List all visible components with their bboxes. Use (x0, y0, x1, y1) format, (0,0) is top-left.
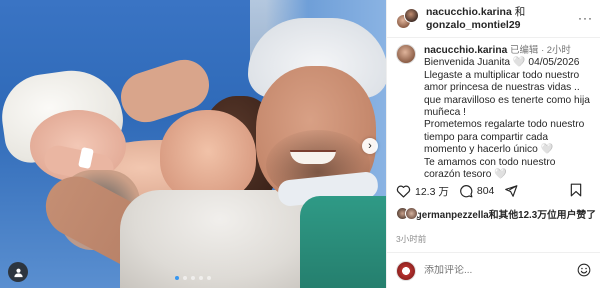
post-caption: nacucchio.karina 已编辑 · 2小时 Bienvenida Ju… (396, 44, 594, 181)
caption-username-link[interactable]: nacucchio.karina (424, 45, 507, 56)
like-button[interactable]: 12.3 万 (396, 184, 449, 199)
carousel-indicator (0, 276, 386, 280)
caption-line: tiempo para compartir cada (424, 131, 549, 143)
header-and-label: 和 (514, 5, 526, 18)
caption-line: muñeca ! (424, 107, 466, 119)
caption-line: corazón tesoro 🤍 (424, 169, 507, 181)
header-username-link[interactable]: gonzalo_montiel29 (426, 19, 521, 31)
like-count[interactable]: 12.3 万 (415, 184, 449, 199)
avatar (396, 260, 416, 281)
photo-mother-face-region (160, 110, 256, 202)
caption-line: Te amamos con todo nuestro (424, 156, 556, 168)
more-options-button[interactable]: ··· (578, 12, 593, 24)
carousel-dot (199, 276, 203, 280)
bookmark-icon (570, 183, 582, 197)
avatar (405, 207, 418, 220)
carousel-dot (183, 276, 187, 280)
avatar[interactable] (404, 7, 419, 23)
caption-line: Llegaste a multiplicar todo nuestro (424, 69, 580, 81)
edited-label: 已编辑 (510, 44, 539, 55)
collab-avatars[interactable] (396, 7, 420, 30)
smiley-icon (577, 263, 591, 277)
caption-line: que maravilloso es tenerte como hija (424, 94, 590, 106)
carousel-dot (175, 276, 179, 280)
caption-timestamp[interactable]: 2小时 (547, 44, 571, 55)
chevron-right-icon: › (368, 139, 372, 152)
comment-icon (460, 185, 473, 198)
post-time[interactable]: 3小时前 (396, 233, 426, 245)
post-actions-bar: 12.3 万 804 (396, 181, 596, 201)
emoji-button[interactable] (577, 263, 591, 282)
carousel-next-button[interactable]: › (362, 138, 378, 154)
photo-scrubs-region (300, 196, 386, 288)
caption-line: Bienvenida Juanita 🤍 04/05/2026 (424, 57, 580, 69)
comment-bar (387, 252, 600, 288)
photo-smile-region (290, 150, 336, 164)
send-icon (505, 185, 518, 197)
share-button[interactable] (504, 184, 518, 198)
save-button[interactable] (570, 183, 582, 197)
avatar[interactable] (396, 44, 416, 64)
post-side-panel: nacucchio.karina 和 gonzalo_montiel29 ···… (386, 0, 600, 288)
carousel-dot (191, 276, 195, 280)
caption-line: Prometemos regalarte todo nuestro (424, 119, 585, 131)
post-media-photo[interactable]: › (0, 0, 386, 288)
likes-summary[interactable]: germanpezzella和其他12.3万位用户赞了 (396, 207, 596, 221)
collab-names: nacucchio.karina 和 gonzalo_montiel29 (426, 6, 525, 32)
likes-text[interactable]: germanpezzella和其他12.3万位用户赞了 (416, 207, 596, 221)
header-username-link[interactable]: nacucchio.karina (426, 6, 512, 18)
caption-line: momento y hacerlo único 🤍 (424, 144, 554, 156)
carousel-dot (207, 276, 211, 280)
comment-button[interactable]: 804 (459, 184, 495, 198)
comment-input[interactable] (424, 265, 554, 276)
liker-avatars (396, 207, 418, 221)
caption-line: amor princesa de nuestras vidas .. (424, 82, 580, 94)
post-header: nacucchio.karina 和 gonzalo_montiel29 ··· (387, 0, 600, 38)
heart-icon (396, 185, 411, 198)
comment-count[interactable]: 804 (477, 185, 495, 197)
